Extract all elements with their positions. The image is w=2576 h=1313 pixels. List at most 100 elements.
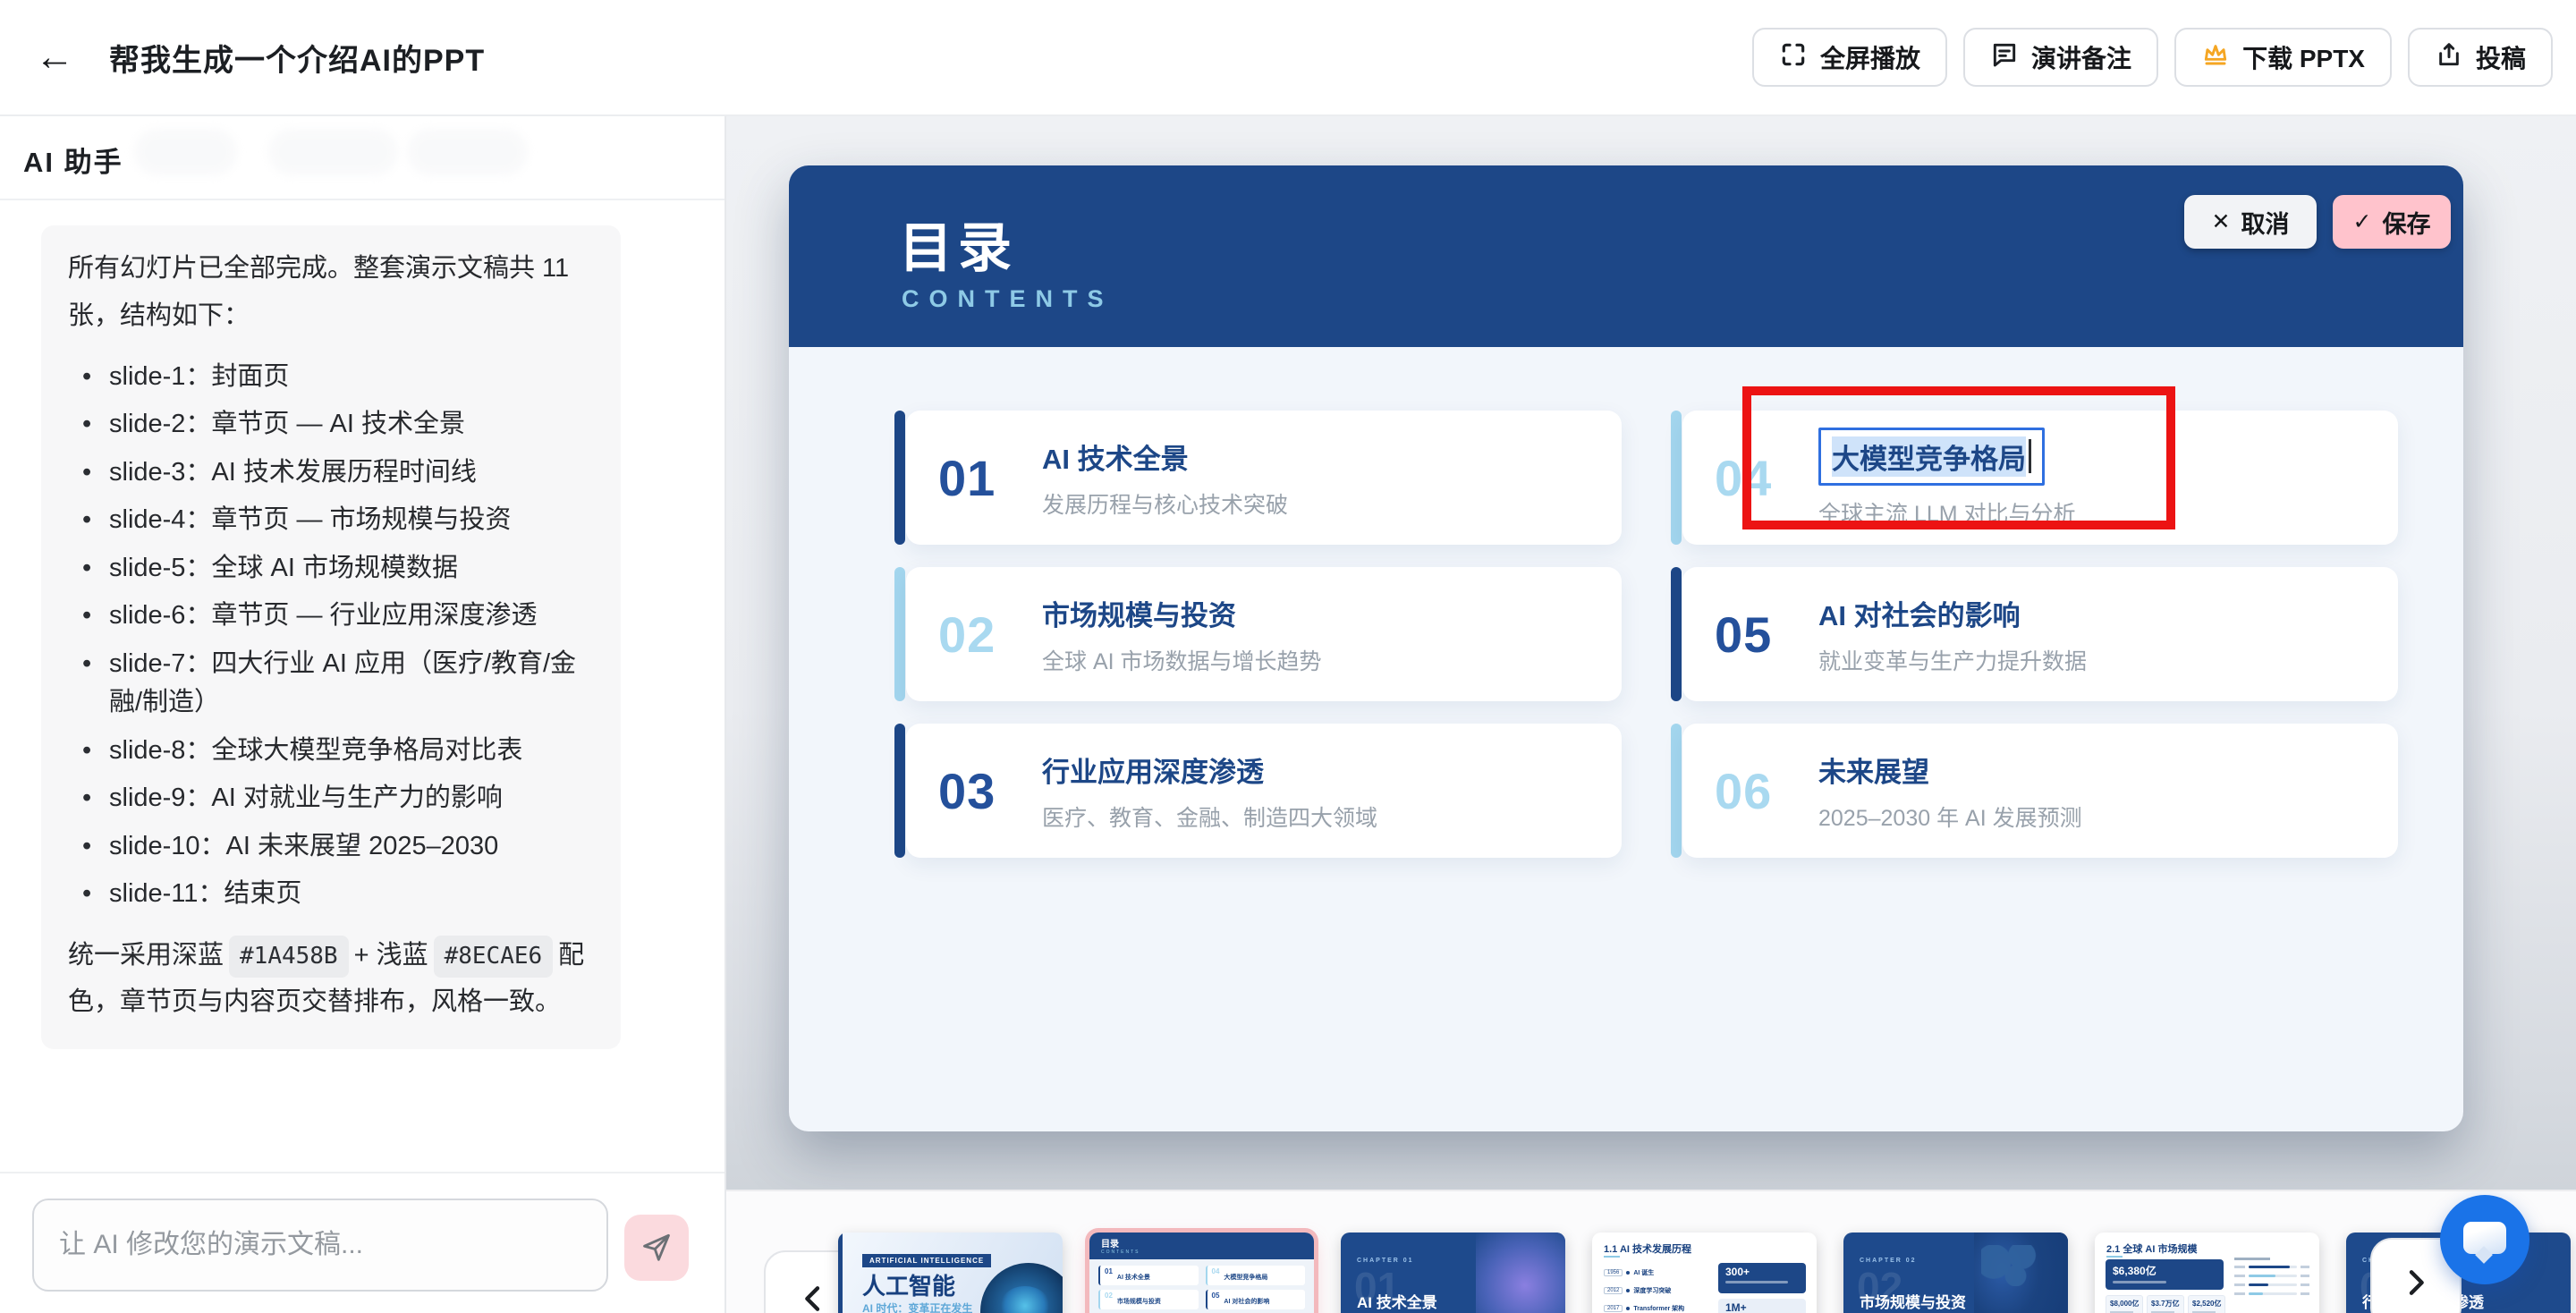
timeline-row: 2017 Transformer 架构 [1604,1304,1684,1313]
mini-toc-item: 04大模型竞争格局 [1206,1266,1306,1285]
thumbnail-slide-5[interactable]: CHAPTER 02 02 市场规模与投资 [1843,1233,2068,1313]
toc-item-number: 01 [938,449,1042,507]
slide-list-item: slide-7：四大行业 AI 应用（医疗/教育/金融/制造） [75,645,594,723]
close-icon: ✕ [2212,208,2231,235]
submit-button[interactable]: 投稿 [2408,28,2553,87]
cover-badge: ARTIFICIAL INTELLIGENCE [862,1254,991,1267]
button-label: 下载 PPTX [2242,39,2365,75]
save-button[interactable]: ✓ 保存 [2333,195,2451,249]
toc-item-title[interactable]: AI 对社会的影响 [1818,593,2087,633]
message-intro: 所有幻灯片已全部完成。整套演示文稿共 11 张，结构如下： [68,245,594,340]
thumbnail-slide-1[interactable]: ARTIFICIAL INTELLIGENCE 人工智能 AI 时代：变革正在发… [838,1233,1063,1313]
composer [0,1172,724,1313]
slide-subtitle[interactable]: CONTENTS [902,285,1114,313]
cancel-button[interactable]: ✕ 取消 [2184,195,2317,249]
stat-box: $2,520亿 [2188,1295,2225,1313]
mini-toc-item: 02市场规模与投资 [1098,1290,1199,1309]
chapter-title: AI 技术全景 [1357,1290,1437,1312]
mini-toc-item: 01AI 技术全景 [1098,1266,1199,1285]
cover-thumb: ARTIFICIAL INTELLIGENCE 人工智能 AI 时代：变革正在发… [838,1233,1063,1313]
toc-item-06[interactable]: 06 未来展望 2025–2030 年 AI 发展预测 [1671,724,2398,858]
send-button[interactable] [624,1215,689,1281]
slide-list-item: slide-9：AI 对就业与生产力的影响 [75,779,594,818]
toc-item-05[interactable]: 05 AI 对社会的影响 就业变革与生产力提升数据 [1671,567,2398,701]
button-label: 演讲备注 [2031,39,2131,75]
thumbnail-slide-3[interactable]: CHAPTER 01 01 AI 技术全景 [1341,1233,1565,1313]
chat-fab-button[interactable] [2440,1195,2529,1284]
save-label: 保存 [2382,205,2430,240]
accent-bar [894,724,905,858]
button-label: 全屏播放 [1820,39,1920,75]
toc-item-desc[interactable]: 2025–2030 年 AI 发展预测 [1818,801,2082,833]
stat-box: $8,000亿 [2106,1295,2143,1313]
speaker-notes-button[interactable]: 演讲备注 [1963,28,2158,87]
toc-item-desc[interactable]: 全球 AI 市场数据与增长趋势 [1042,644,1322,676]
chapter-title: 市场规模与投资 [1860,1290,1966,1312]
color-code-chip: #1A458B [229,936,349,978]
ai-assistant-sidebar: AI 助手 所有幻灯片已全部完成。整套演示文稿共 11 张，结构如下： slid… [0,116,726,1313]
toc-item-03[interactable]: 03 行业应用深度渗透 医疗、教育、金融、制造四大领域 [894,724,1622,858]
timeline-row: 1956 AI 诞生 [1604,1268,1654,1277]
ghost-placeholder [134,129,237,175]
underline [1604,1256,1620,1258]
chevron-left-icon [795,1281,831,1313]
back-button[interactable]: ← [23,26,86,89]
toc-item-02[interactable]: 02 市场规模与投资 全球 AI 市场数据与增长趋势 [894,567,1622,701]
topbar: ← 帮我生成一个介绍AI的PPT 全屏播放 演讲备注 下载 PPTX [0,0,2576,116]
chapter-thumb: CHAPTER 01 01 AI 技术全景 [1341,1233,1565,1313]
chevron-right-icon [2398,1265,2434,1303]
thumbnail-slide-4[interactable]: 1.1 AI 技术发展历程 1956 AI 诞生 2012 深度学习突破 201… [1592,1233,1817,1313]
button-label: 投稿 [2476,39,2526,75]
check-icon: ✓ [2353,208,2372,235]
message-outro: 统一采用深蓝#1A458B+ 浅蓝#8ECAE6配色，章节页与内容页交替排布，风… [68,932,594,1027]
big-stat-box: $6,380亿 [2106,1259,2224,1290]
toc-item-number: 04 [1715,449,1818,507]
toc-item-desc[interactable]: 发展历程与核心技术突破 [1042,487,1288,520]
slide-list-item: slide-1：封面页 [75,358,594,397]
toc-item-number: 06 [1715,762,1818,820]
slide-title[interactable]: 目录 [899,205,1017,283]
toc-item-number: 02 [938,606,1042,664]
download-pptx-button[interactable]: 下载 PPTX [2174,28,2392,87]
timeline-row: 2012 深度学习突破 [1604,1286,1671,1295]
crown-icon [2201,40,2230,75]
current-slide: 目录 CONTENTS ✕ 取消 ✓ 保存 01 AI 技术全景 [789,165,2463,1131]
speaker-notes-icon [1990,40,2019,75]
thumbnail-slide-6[interactable]: 2.1 全球 AI 市场规模 $6,380亿 $8,000亿 $3.7万亿 $2… [2095,1233,2319,1313]
stat-box: 1M+ [1718,1299,1806,1313]
accent-bar [894,411,905,545]
world-map-image [1974,1233,2068,1313]
toc-item-title[interactable]: 行业应用深度渗透 [1042,750,1377,790]
toc-item-title[interactable]: 市场规模与投资 [1042,593,1322,633]
toc-item-desc[interactable]: 就业变革与生产力提升数据 [1818,644,2087,676]
toc-item-04[interactable]: 04 大模型竞争格局 全球主流 LLM 对比与分析 [1671,411,2398,545]
fullscreen-play-button[interactable]: 全屏播放 [1752,28,1947,87]
toc-item-desc[interactable]: 全球主流 LLM 对比与分析 [1818,496,2076,529]
toc-item-title[interactable]: AI 技术全景 [1042,436,1288,477]
sidebar-title: AI 助手 [23,140,123,180]
sidebar-header: AI 助手 [0,116,724,200]
toc-thumb-title: 目录 [1101,1236,1302,1249]
slide-thumbnail-strip: ARTIFICIAL INTELLIGENCE 人工智能 AI 时代：变革正在发… [726,1190,2576,1313]
accent-bar [1671,724,1682,858]
stat-box: 300+ [1718,1263,1806,1293]
mini-toc-item: 05AI 对社会的影响 [1206,1290,1306,1309]
app-root: ← 帮我生成一个介绍AI的PPT 全屏播放 演讲备注 下载 PPTX [0,0,2576,1313]
cover-subtitle: AI 时代：变革正在发生 [862,1300,972,1313]
toc-item-title[interactable]: 未来展望 [1818,750,2082,790]
toc-thumb-subtitle: CONTENTS [1101,1249,1302,1255]
toc-thumb-body: 01AI 技术全景 04大模型竞争格局 02市场规模与投资 05AI 对社会的影… [1089,1259,1314,1313]
chat-bubble-icon [2463,1222,2506,1254]
toc-item-desc[interactable]: 医疗、教育、金融、制造四大领域 [1042,801,1377,833]
accent-bar [1671,411,1682,545]
document-title: 帮我生成一个介绍AI的PPT [109,36,485,80]
toc-item-01[interactable]: 01 AI 技术全景 发展历程与核心技术突破 [894,411,1622,545]
upload-icon [2435,40,2463,75]
ai-edit-input[interactable] [32,1199,608,1292]
slide-list-item: slide-10：AI 未来展望 2025–2030 [75,827,594,867]
network-sphere-image [1476,1233,1565,1313]
ghost-placeholder [268,129,398,175]
title-edit-input[interactable]: 大模型竞争格局 [1818,428,2045,486]
thumbnail-slide-2-selected[interactable]: 目录 CONTENTS 01AI 技术全景 04大模型竞争格局 02市场规模与投… [1089,1233,1314,1313]
slide-list-item: slide-3：AI 技术发展历程时间线 [75,453,594,493]
